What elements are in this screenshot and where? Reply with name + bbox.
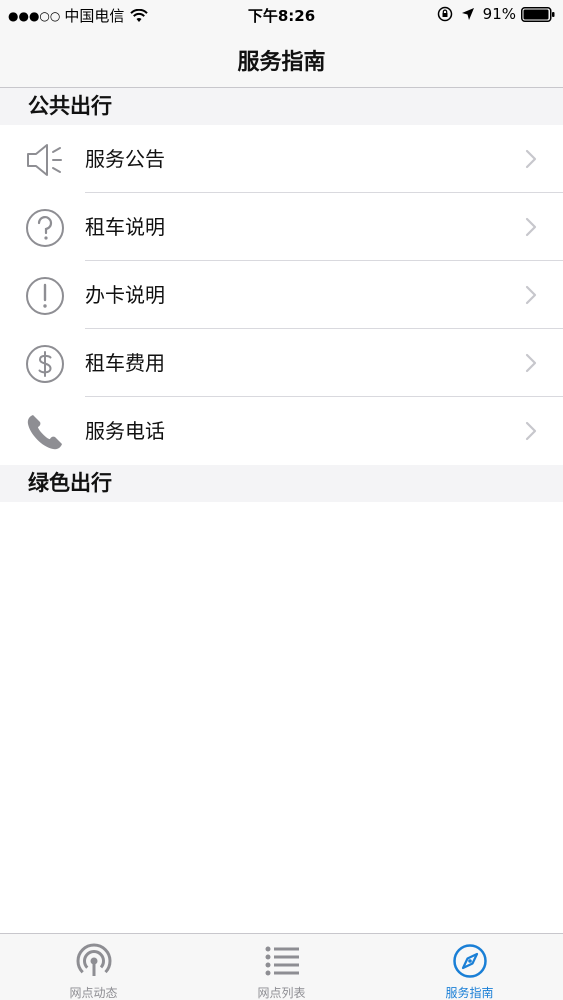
battery-icon (521, 6, 555, 22)
location-arrow-icon (461, 8, 474, 20)
chevron-right-icon (525, 421, 537, 441)
tab-outlet-status[interactable]: 网点动态 (0, 934, 187, 1000)
service-list: 服务公告 租车说明 办卡说明 租车费用 服务电话 (0, 125, 563, 465)
exclamation-circle-icon (26, 277, 64, 315)
tab-label: 网点列表 (257, 986, 306, 1000)
tab-service-guide[interactable]: 服务指南 (376, 934, 563, 1000)
battery-percent: 91% (482, 5, 516, 23)
list-item-rental-guide[interactable]: 租车说明 (0, 193, 563, 261)
question-circle-icon (26, 209, 64, 247)
tab-bar: 网点动态 网点列表 服务指南 (0, 933, 563, 1000)
page-title: 服务指南 (237, 50, 326, 75)
status-right: 91% (437, 5, 555, 23)
broadcast-icon (76, 943, 112, 979)
list-item-rental-fees[interactable]: 租车费用 (0, 329, 563, 397)
tab-label: 网点动态 (69, 986, 118, 1000)
list-item-service-phone[interactable]: 服务电话 (0, 397, 563, 465)
dollar-circle-icon (26, 345, 64, 383)
tab-outlet-list[interactable]: 网点列表 (188, 934, 375, 1000)
speaker-icon (27, 144, 62, 176)
list-item-card-guide[interactable]: 办卡说明 (0, 261, 563, 329)
chevron-right-icon (525, 353, 537, 373)
chevron-right-icon (525, 149, 537, 169)
list-item-label: 服务公告 (85, 147, 165, 171)
list-item-service-notice[interactable]: 服务公告 (0, 125, 563, 193)
list-item-label: 服务电话 (85, 419, 165, 443)
chevron-right-icon (525, 217, 537, 237)
list-item-label: 租车说明 (85, 215, 165, 239)
navigation-bar: 服务指南 (0, 30, 563, 88)
rotation-lock-icon (437, 6, 452, 22)
chevron-right-icon (525, 285, 537, 305)
list-item-label: 办卡说明 (85, 283, 165, 307)
section-header-green-travel: 绿色出行 (0, 465, 563, 502)
list-icon (265, 946, 299, 976)
list-item-label: 租车费用 (85, 351, 165, 375)
compass-icon (453, 944, 487, 978)
phone-icon (27, 415, 62, 450)
tab-label: 服务指南 (445, 986, 494, 1000)
status-bar: ●●●○○ 中国电信 下午8:26 91% (0, 0, 563, 30)
section-header-public-travel: 公共出行 (0, 88, 563, 125)
